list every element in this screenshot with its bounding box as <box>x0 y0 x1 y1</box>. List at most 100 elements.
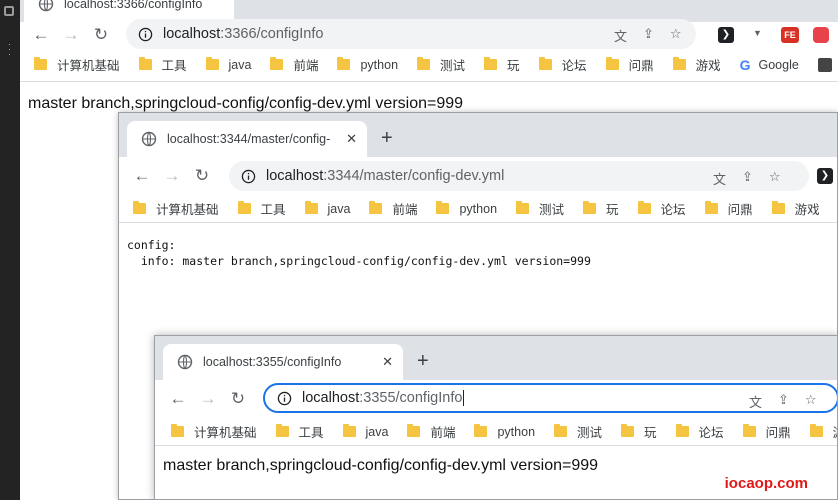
folder-icon <box>407 424 421 437</box>
globe-icon <box>141 131 157 147</box>
folder-icon <box>436 201 450 214</box>
arrow-right-icon[interactable]: → <box>157 166 187 186</box>
close-icon[interactable]: ✕ <box>382 354 393 370</box>
bookmark-label: 论坛 <box>561 59 587 73</box>
bookmark-folder[interactable]: 测试 <box>554 422 602 441</box>
bookmark-folder[interactable]: 游戏 <box>771 199 820 218</box>
bookmark-label: java <box>327 201 351 216</box>
bookmark-avatar-link[interactable]: 赖卓 <box>817 55 838 74</box>
bookmark-google[interactable]: G Google <box>740 57 799 73</box>
bookmark-folder[interactable]: 工具 <box>138 55 187 74</box>
translate-icon[interactable]: 文 <box>614 26 627 45</box>
bookmark-folder[interactable]: 计算机基础 <box>34 55 120 74</box>
more-dots-icon[interactable]: · · · <box>8 40 11 59</box>
bookmark-label: python <box>497 424 536 439</box>
bookmark-folder[interactable]: 论坛 <box>675 422 724 441</box>
star-icon[interactable]: ☆ <box>769 169 781 188</box>
plus-icon[interactable]: + <box>381 127 393 150</box>
bookmark-folder[interactable]: 玩 <box>621 422 657 441</box>
close-icon[interactable]: ✕ <box>346 131 357 147</box>
bookmark-folder[interactable]: 计算机基础 <box>133 199 219 218</box>
reload-icon[interactable]: ↻ <box>86 25 116 45</box>
share-icon[interactable]: ⇪ <box>643 26 654 45</box>
folder-icon <box>275 424 289 437</box>
folder-icon <box>672 57 686 70</box>
bookmark-label: 论坛 <box>660 203 686 217</box>
bookmark-folder[interactable]: python <box>436 201 498 216</box>
bookmark-folder[interactable]: 计算机基础 <box>171 422 257 441</box>
folder-icon <box>337 57 351 70</box>
bookmark-folder[interactable]: 前端 <box>407 422 455 441</box>
bookmark-label: 计算机基础 <box>156 203 219 217</box>
share-icon[interactable]: ⇪ <box>742 169 753 188</box>
tab-3344[interactable]: localhost:3344/master/config- ✕ <box>127 121 367 157</box>
extension-icon[interactable]: ❯ <box>718 27 734 43</box>
bookmark-folder[interactable]: python <box>474 424 536 439</box>
bookmark-folder[interactable]: 测试 <box>417 55 465 74</box>
star-icon[interactable]: ☆ <box>670 26 682 45</box>
bookmark-label: 计算机基础 <box>57 59 120 73</box>
bookmark-label: python <box>459 201 498 216</box>
bookmark-label: 问鼎 <box>727 203 753 217</box>
chevron-down-icon[interactable]: ▼ <box>753 28 762 38</box>
bookmark-label: 问鼎 <box>628 59 654 73</box>
url-path: :3344/master/config-dev.yml <box>323 168 505 184</box>
share-icon[interactable]: ⇪ <box>778 392 789 411</box>
fe-extension-label: FE <box>784 30 796 40</box>
arrow-right-icon[interactable]: → <box>193 389 223 409</box>
bookmark-folder[interactable]: 问鼎 <box>704 199 753 218</box>
bookmark-label: 工具 <box>260 203 286 217</box>
bookmark-label: 前端 <box>392 203 418 217</box>
arrow-left-icon[interactable]: ← <box>26 25 56 45</box>
fe-extension-icon[interactable]: FE <box>781 27 799 43</box>
bookmark-folder[interactable]: 工具 <box>275 422 324 441</box>
bookmark-folder[interactable]: 工具 <box>237 199 286 218</box>
extension-icon[interactable]: ❯ <box>817 168 833 184</box>
bookmark-folder[interactable]: 玩 <box>484 55 520 74</box>
bookmark-folder[interactable]: 测试 <box>516 199 564 218</box>
reload-icon[interactable]: ↻ <box>187 166 217 186</box>
folder-icon <box>369 201 383 214</box>
tab-title: localhost:3344/master/config- <box>167 132 331 146</box>
plus-icon[interactable]: + <box>417 350 429 373</box>
folder-icon <box>133 201 146 214</box>
bookmark-folder[interactable]: 游戏 <box>809 422 837 441</box>
bookmark-folder[interactable]: 玩 <box>583 199 619 218</box>
tab-3355[interactable]: localhost:3355/configInfo ✕ <box>163 344 403 380</box>
translate-icon[interactable]: 文 <box>713 169 726 188</box>
left-sidebar-strip: · · · <box>0 0 20 500</box>
bookmark-label: 工具 <box>161 59 187 73</box>
bookmark-label: 游戏 <box>794 203 820 217</box>
folder-icon <box>704 201 718 214</box>
bookmark-label: 玩 <box>644 426 657 440</box>
yaml-line-info: info: master branch,springcloud-config/c… <box>127 254 591 268</box>
bookmark-folder[interactable]: 前端 <box>369 199 417 218</box>
arrow-right-icon[interactable]: → <box>56 25 86 45</box>
bookmark-folder[interactable]: 论坛 <box>637 199 686 218</box>
bookmark-label: 计算机基础 <box>194 426 257 440</box>
star-icon[interactable]: ☆ <box>805 392 817 411</box>
bookmark-folder[interactable]: 问鼎 <box>742 422 791 441</box>
bookmark-folder[interactable]: python <box>337 57 398 72</box>
bookmarks-bar: 计算机基础 工具 java 前端 python 测试 玩 论坛 问鼎 游戏 G <box>119 195 837 223</box>
bookmark-label: 问鼎 <box>765 426 791 440</box>
info-circle-icon <box>138 27 153 41</box>
sidebar-window-icon[interactable] <box>4 6 14 16</box>
bookmark-label: 游戏 <box>833 422 837 441</box>
bookmark-folder[interactable]: 问鼎 <box>605 55 654 74</box>
bookmark-folder[interactable]: java <box>342 424 388 439</box>
bookmark-folder[interactable]: 游戏 <box>672 55 721 74</box>
address-bar[interactable]: localhost:3366/configInfo <box>126 19 696 49</box>
folder-icon <box>809 424 823 437</box>
bookmark-folder[interactable]: 论坛 <box>538 55 587 74</box>
translate-icon[interactable]: 文 <box>749 392 762 411</box>
bookmark-folder[interactable]: java <box>304 201 351 216</box>
bookmark-folder[interactable]: java <box>205 57 251 72</box>
arrow-left-icon[interactable]: ← <box>127 166 157 186</box>
folder-icon <box>675 424 689 437</box>
arrow-left-icon[interactable]: ← <box>163 389 193 409</box>
omnibox-actions: 文 ⇪ ☆ <box>713 169 781 188</box>
reload-icon[interactable]: ↻ <box>223 389 253 409</box>
red-extension-icon[interactable] <box>813 27 829 43</box>
bookmark-folder[interactable]: 前端 <box>270 55 318 74</box>
